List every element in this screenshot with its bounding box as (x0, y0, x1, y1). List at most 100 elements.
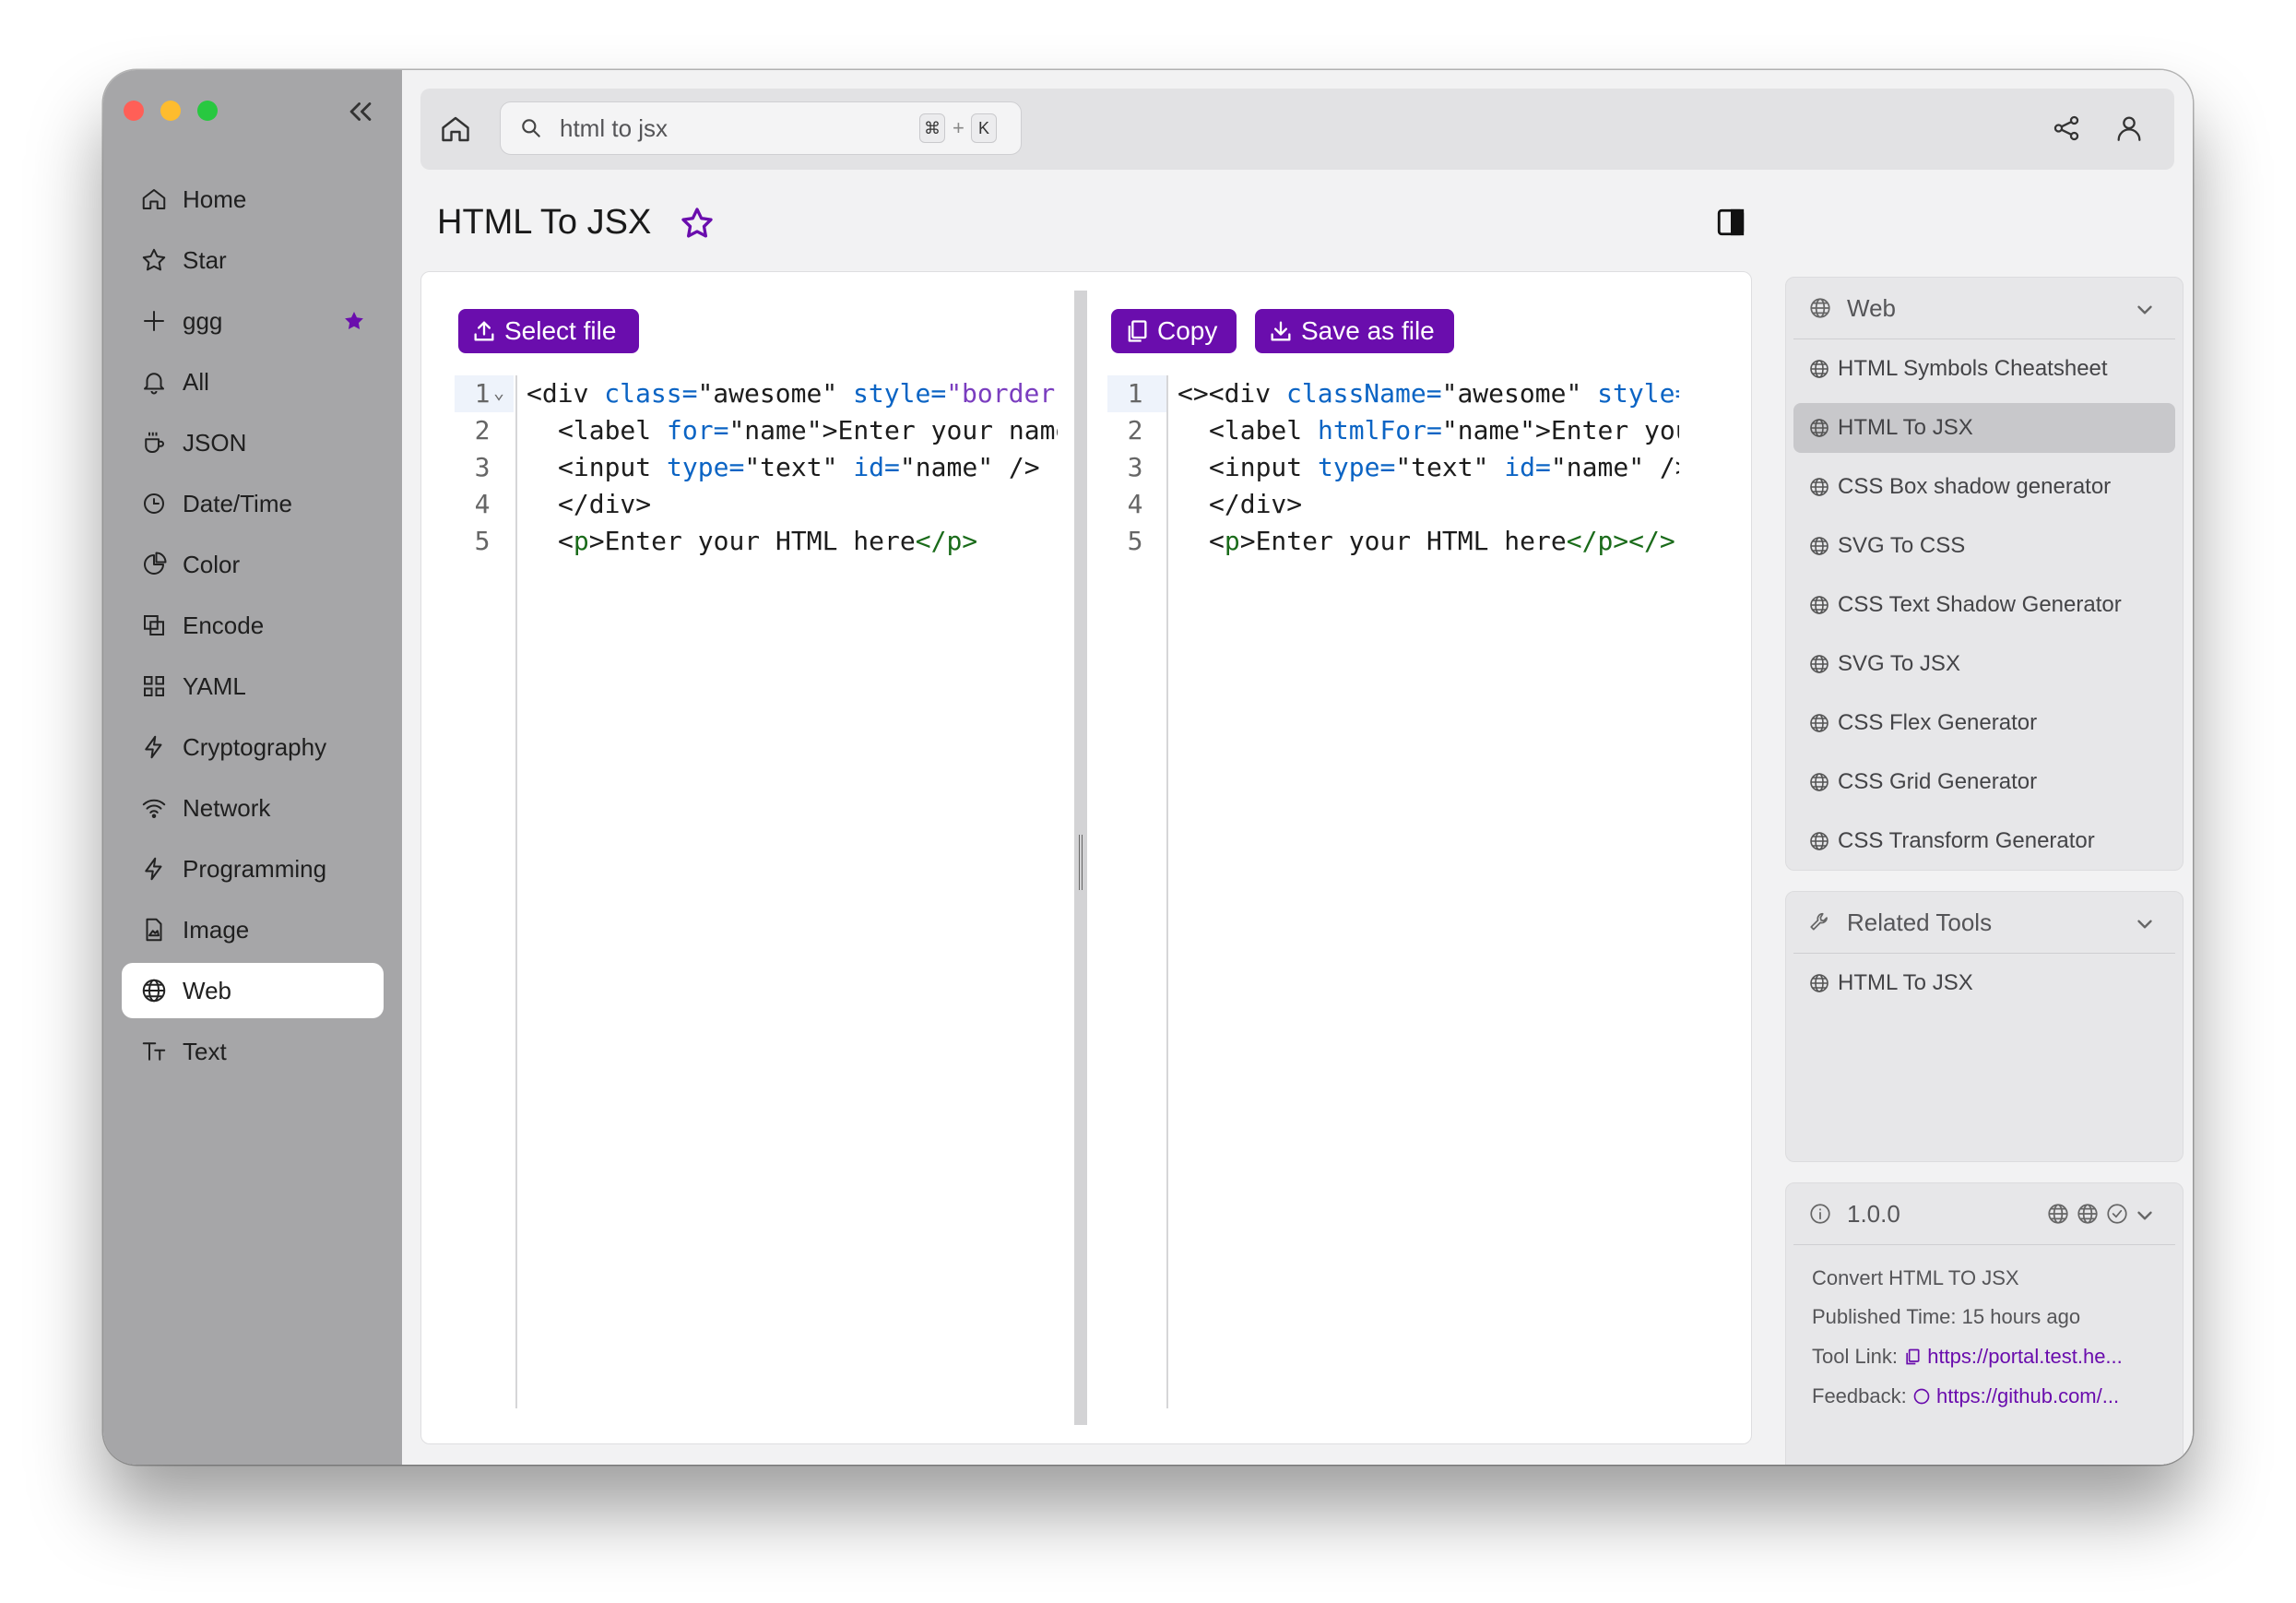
save-as-file-label: Save as file (1301, 316, 1435, 345)
code-line: <input type="text" id="name" /> (558, 452, 1040, 482)
sidebar-item-image[interactable]: Image (122, 902, 384, 957)
star-icon (142, 248, 166, 271)
sidebar-item-color[interactable]: Color (122, 537, 384, 592)
globe-icon (2048, 1204, 2068, 1224)
line-number: 2 (1127, 415, 1143, 445)
sidebar-item-home[interactable]: Home (122, 172, 384, 227)
home-icon (142, 189, 166, 209)
sidebar-item-network[interactable]: Network (122, 780, 384, 836)
bolt-icon (145, 857, 162, 881)
globe-icon (1810, 832, 1829, 850)
related-tools-title: Related Tools (1847, 908, 1993, 936)
web-tool-item[interactable]: CSS Transform Generator (1793, 816, 2175, 866)
sidebar-item-label: ggg (183, 306, 223, 335)
web-tool-item[interactable]: CSS Flex Generator (1793, 698, 2175, 748)
related-tools-card: Related Tools HTML To JSX (1785, 891, 2184, 1162)
search-input[interactable]: html to jsx ⌘ + K (500, 101, 1022, 155)
chevron-down-icon[interactable] (2133, 1204, 2157, 1228)
collapse-sidebar-icon[interactable] (345, 96, 376, 127)
copy-icon[interactable] (1903, 1348, 1922, 1366)
shortcut-cmd-key: ⌘ (919, 113, 945, 143)
info-icon (1810, 1204, 1830, 1224)
sidebar-item-json[interactable]: JSON (122, 415, 384, 470)
copy-label: Copy (1157, 316, 1218, 345)
sidebar-item-text[interactable]: Text (122, 1024, 384, 1079)
sidebar-item-yaml[interactable]: YAML (122, 659, 384, 714)
web-tool-item[interactable]: SVG To JSX (1793, 639, 2175, 689)
save-as-file-button[interactable]: Save as file (1255, 309, 1454, 353)
tool-info-header[interactable]: 1.0.0 (1793, 1183, 2175, 1245)
code-line: <label htmlFor="name">Enter your (1209, 415, 1679, 445)
web-tools-card: Web HTML Symbols Cheatsheet HTML To JSX … (1785, 277, 2184, 871)
image-icon (146, 918, 162, 942)
bell-icon (144, 373, 164, 395)
sidebar-item-label: JSON (183, 428, 247, 457)
globe-icon (1810, 360, 1829, 378)
gutter-divider (515, 375, 517, 1408)
plus-icon (144, 311, 164, 331)
web-tool-item-active[interactable]: HTML To JSX (1793, 403, 2175, 453)
minimize-window-button[interactable] (160, 101, 181, 121)
copy-button[interactable]: Copy (1111, 309, 1237, 353)
sidebar-item-datetime[interactable]: Date/Time (122, 476, 384, 531)
web-tool-item[interactable]: CSS Box shadow generator (1793, 462, 2175, 512)
line-number: 1 (1127, 378, 1143, 409)
web-tool-label: CSS Transform Generator (1838, 828, 2095, 853)
code-line: <><div className="awesome" style={{ (1178, 378, 1679, 409)
app-window: Home Star ggg All JSON Date/Time Color E… (103, 70, 2193, 1465)
feedback-link[interactable]: https://github.com/... (1936, 1384, 2119, 1407)
line-number: 3 (1127, 452, 1143, 482)
jsx-output-editor[interactable]: 1 2 3 4 5 <><div className="awesome" sty… (1107, 375, 1679, 1408)
web-tools-title: Web (1847, 294, 1896, 322)
related-tool-item[interactable]: HTML To JSX (1793, 958, 2175, 1008)
toggle-side-panel-icon[interactable] (1715, 207, 1746, 238)
sidebar-item-star[interactable]: Star (122, 232, 384, 288)
sidebar-item-label: Color (183, 550, 241, 578)
sidebar-item-cryptography[interactable]: Cryptography (122, 719, 384, 775)
sidebar-nav: Home Star ggg All JSON Date/Time Color E… (122, 172, 384, 1085)
line-number: 5 (1127, 526, 1143, 556)
line-number: 3 (474, 452, 491, 482)
top-toolbar: html to jsx ⌘ + K (420, 89, 2174, 170)
web-tool-label: CSS Text Shadow Generator (1838, 592, 2122, 617)
select-file-button[interactable]: Select file (458, 309, 639, 353)
html-input-editor[interactable]: 1 ⌄ 2 3 4 5 <div class="awesome" style="… (455, 375, 1058, 1408)
web-tool-item[interactable]: CSS Text Shadow Generator (1793, 580, 2175, 630)
maximize-window-button[interactable] (197, 101, 218, 121)
related-tools-header[interactable]: Related Tools (1793, 892, 2175, 954)
web-tool-item[interactable]: CSS Grid Generator (1793, 757, 2175, 807)
fold-chevron-icon[interactable]: ⌄ (493, 381, 504, 403)
cup-icon (145, 432, 164, 453)
user-icon[interactable] (2113, 113, 2145, 144)
globe-icon (1810, 298, 1830, 318)
globe-icon (1810, 419, 1829, 437)
favorite-star-icon[interactable] (343, 310, 365, 332)
sidebar-item-encode[interactable]: Encode (122, 598, 384, 653)
line-number: 4 (1127, 489, 1143, 519)
sidebar-item-web[interactable]: Web (122, 963, 384, 1018)
sidebar-item-all[interactable]: All (122, 354, 384, 410)
editor-splitter[interactable] (1074, 291, 1087, 1425)
chevron-down-icon[interactable] (2133, 912, 2157, 936)
copy-icon (1128, 320, 1147, 342)
close-window-button[interactable] (124, 101, 144, 121)
web-tool-item[interactable]: HTML Symbols Cheatsheet (1793, 344, 2175, 394)
related-tool-label: HTML To JSX (1838, 970, 1973, 995)
web-tools-header[interactable]: Web (1793, 278, 2175, 339)
favorite-star-icon[interactable] (679, 205, 716, 242)
web-tool-label: SVG To CSS (1838, 533, 1966, 558)
page-title: HTML To JSX (437, 203, 652, 242)
sidebar-item-label: Web (183, 976, 231, 1004)
tool-link[interactable]: https://portal.test.he... (1927, 1345, 2123, 1368)
web-tool-item[interactable]: SVG To CSS (1793, 521, 2175, 571)
upload-icon (474, 321, 494, 341)
published-value: 15 hours ago (1961, 1305, 2081, 1328)
home-icon[interactable] (439, 113, 472, 146)
sidebar-item-programming[interactable]: Programming (122, 841, 384, 896)
code-line: <input type="text" id="name" /> (1209, 452, 1679, 482)
chevron-down-icon[interactable] (2133, 298, 2157, 322)
gutter-divider (1166, 375, 1168, 1408)
share-icon[interactable] (2051, 113, 2082, 144)
sidebar-item-ggg[interactable]: ggg (122, 293, 384, 349)
chat-icon[interactable] (1912, 1387, 1931, 1406)
